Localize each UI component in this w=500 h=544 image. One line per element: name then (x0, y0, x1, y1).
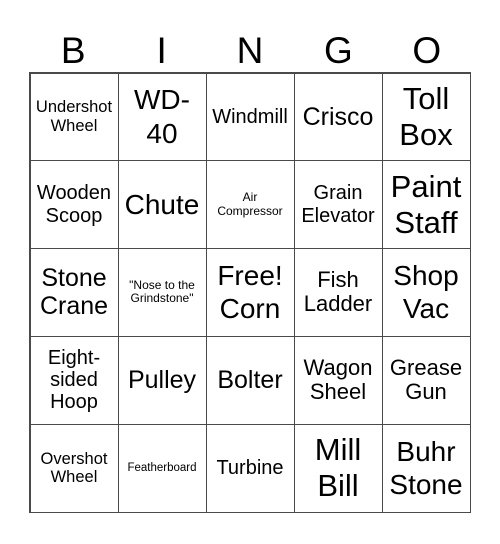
bingo-cell[interactable]: WD-40 (117, 72, 207, 162)
bingo-cell[interactable]: Fish Ladder (293, 248, 383, 337)
bingo-cell[interactable]: Grease Gun (381, 335, 471, 425)
bingo-cell free-space[interactable]: Free! Corn (205, 248, 295, 337)
bingo-cell[interactable]: Air Compressor (205, 160, 295, 250)
header-letter-b: B (60, 29, 86, 71)
bingo-cell[interactable]: Eight-sided Hoop (29, 335, 119, 425)
bingo-cell[interactable]: Pulley (117, 335, 207, 425)
header-letter-n: N (236, 29, 264, 71)
bingo-cell[interactable]: Crisco (293, 72, 383, 162)
bingo-cell[interactable]: Wagon Sheel (293, 335, 383, 425)
bingo-cell[interactable]: Mill Bill (293, 423, 383, 513)
bingo-cell[interactable]: Grain Elevator (293, 160, 383, 250)
bingo-cell[interactable]: Paint Staff (381, 160, 471, 250)
header-letter-g: G (324, 29, 353, 71)
bingo-cell[interactable]: Stone Crane (29, 248, 119, 337)
bingo-cell[interactable]: "Nose to the Grindstone" (117, 248, 207, 337)
bingo-cell[interactable]: Buhr Stone (381, 423, 471, 513)
bingo-cell[interactable]: Shop Vac (381, 248, 471, 337)
header-letter-o: O (412, 29, 442, 71)
bingo-cell[interactable]: Bolter (205, 335, 295, 425)
bingo-cell[interactable]: Toll Box (381, 72, 471, 162)
bingo-cell[interactable]: Turbine (205, 423, 295, 513)
bingo-grid: Undershot Wheel WD-40 Windmill Crisco To… (29, 72, 471, 513)
bingo-cell[interactable]: Wooden Scoop (29, 160, 119, 250)
bingo-cell[interactable]: Featherboard (117, 423, 207, 513)
header-letter-i: I (156, 29, 167, 71)
bingo-cell[interactable]: Chute (117, 160, 207, 250)
bingo-cell[interactable]: Overshot Wheel (29, 423, 119, 513)
bingo-header: B I N G O (29, 26, 471, 74)
bingo-cell[interactable]: Windmill (205, 72, 295, 162)
bingo-cell[interactable]: Undershot Wheel (29, 72, 119, 162)
